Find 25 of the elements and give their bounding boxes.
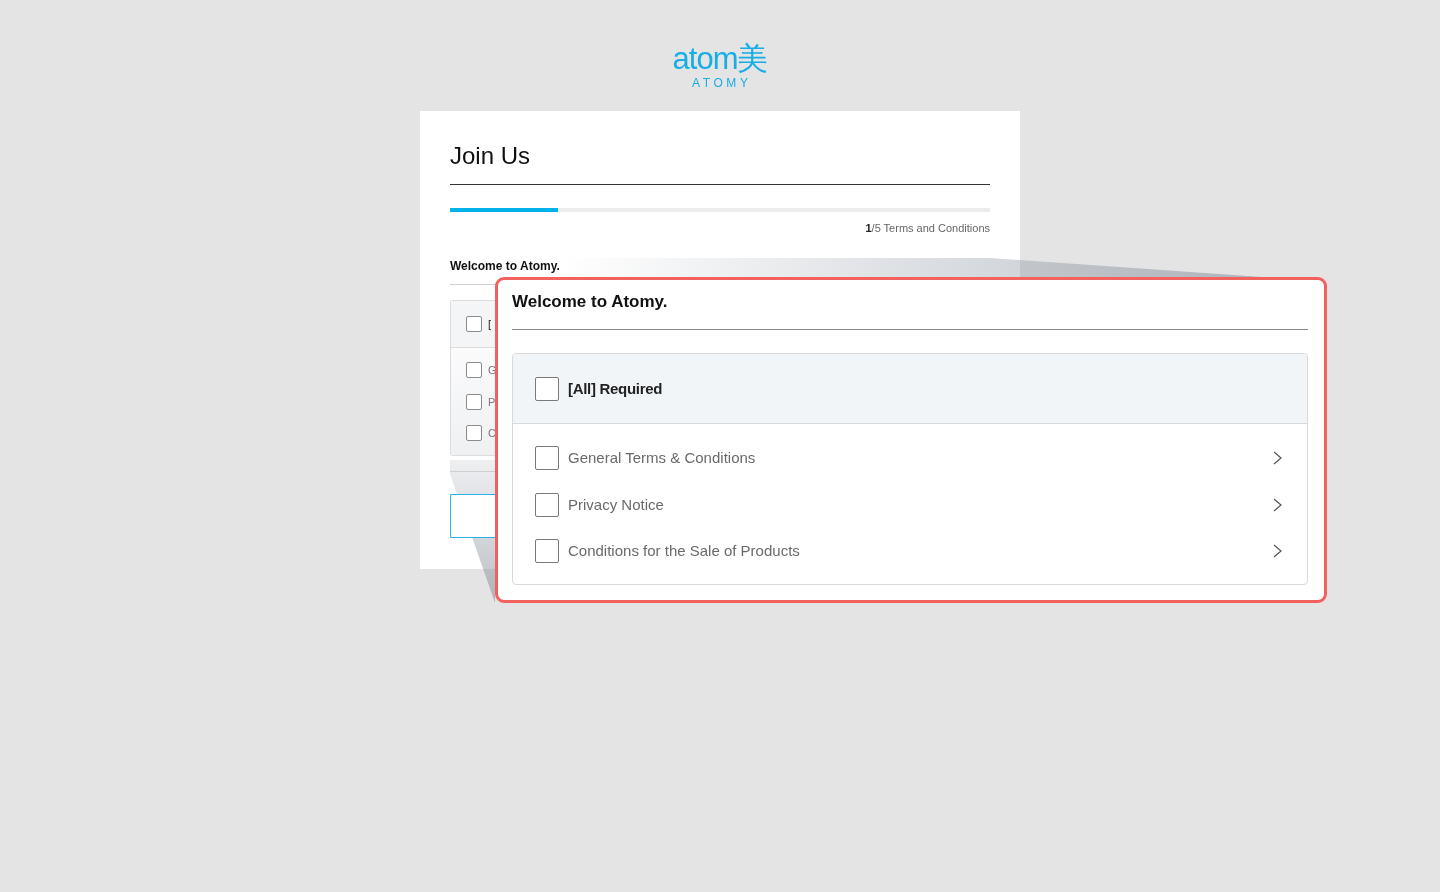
- logo-wordmark: atom美: [672, 43, 768, 75]
- page-title: Join Us: [450, 142, 531, 170]
- chevron-right-icon[interactable]: [1273, 497, 1282, 512]
- outline-button[interactable]: [450, 494, 496, 538]
- agreement-label[interactable]: Conditions for the Sale of Products: [568, 541, 800, 561]
- checkbox[interactable]: [535, 539, 559, 563]
- checkbox[interactable]: [466, 362, 482, 378]
- agreement-label[interactable]: [: [488, 317, 492, 331]
- checkbox[interactable]: [535, 446, 559, 470]
- agreement-label[interactable]: [All] Required: [568, 378, 663, 399]
- checkbox[interactable]: [466, 316, 482, 332]
- section-title: Welcome to Atomy.: [450, 259, 560, 274]
- section-title: Welcome to Atomy.: [512, 292, 668, 312]
- logo-subtitle: ATOMY: [691, 76, 752, 90]
- chevron-right-icon[interactable]: [1273, 544, 1282, 558]
- agreement-label[interactable]: General Terms & Conditions: [568, 448, 756, 468]
- checkbox[interactable]: [535, 376, 559, 401]
- step-label: 1/5 Terms and Conditions: [865, 221, 990, 235]
- agreement-label[interactable]: Privacy Notice: [568, 494, 664, 515]
- checkbox[interactable]: [466, 393, 482, 410]
- agreement-label[interactable]: C: [488, 426, 496, 440]
- checkbox[interactable]: [466, 425, 482, 441]
- agreement-label[interactable]: P: [488, 394, 496, 409]
- chevron-right-icon[interactable]: [1273, 451, 1282, 465]
- checkbox[interactable]: [535, 492, 559, 517]
